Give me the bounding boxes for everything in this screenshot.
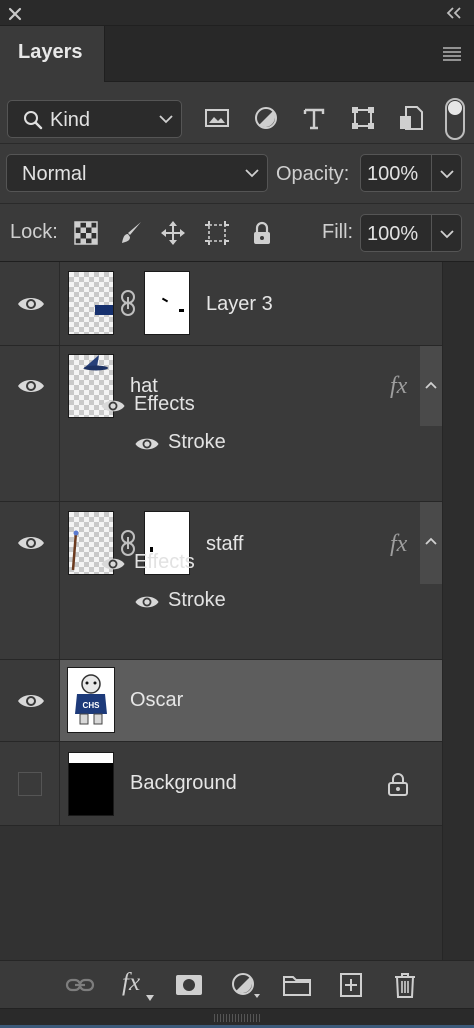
mascot-shirt-text: CHS — [83, 701, 101, 710]
type-filter-icon[interactable] — [300, 104, 328, 132]
opacity-label: Opacity: — [276, 163, 350, 185]
adjustment-filter-icon[interactable] — [252, 104, 280, 132]
layer-style-icon[interactable]: fx — [122, 969, 140, 997]
layer-row-oscar[interactable]: CHS Oscar — [0, 660, 442, 742]
fill-slider-button[interactable] — [432, 214, 462, 252]
layer-row-hat[interactable]: hat fx Effects Stroke — [0, 346, 442, 502]
fill-label: Fill: — [322, 221, 354, 243]
effects-expand-toggle[interactable] — [420, 502, 442, 584]
blend-bar: Normal Opacity: 100% — [0, 144, 474, 204]
add-mask-icon[interactable] — [174, 971, 204, 999]
filter-kind-label: Kind — [50, 109, 91, 131]
eye-icon — [18, 380, 44, 392]
new-group-icon[interactable] — [282, 971, 312, 999]
layer-row-layer-3[interactable]: Layer 3 — [0, 262, 442, 346]
lock-all-icon[interactable] — [249, 220, 275, 246]
panel-title-bar — [0, 0, 474, 26]
layer-thumbnail[interactable] — [68, 752, 114, 816]
eye-icon — [18, 537, 44, 549]
link-layers-icon[interactable] — [65, 971, 95, 999]
opacity-value: 100% — [367, 163, 419, 185]
visibility-toggle[interactable] — [0, 346, 60, 501]
fill-field[interactable]: 100% — [360, 214, 432, 252]
filter-kind-select[interactable]: Kind — [7, 100, 182, 138]
lock-image-pixels-icon[interactable] — [118, 220, 144, 246]
effect-stroke-label[interactable]: Stroke — [168, 589, 226, 612]
image-filter-icon[interactable] — [203, 104, 231, 132]
blend-mode-select[interactable]: Normal — [6, 154, 268, 192]
fx-indicator[interactable]: fx — [390, 373, 407, 400]
opacity-slider-button[interactable] — [432, 154, 462, 192]
layer-thumbnail[interactable]: CHS — [67, 667, 115, 733]
lock-artboard-icon[interactable] — [204, 220, 230, 246]
lock-label: Lock: — [10, 221, 58, 243]
lock-bar: Lock: Fill: 100% — [0, 204, 474, 262]
new-layer-icon[interactable] — [336, 971, 366, 999]
filter-bar: Kind — [0, 82, 474, 144]
small-triangle-icon — [146, 995, 154, 1001]
layers-scroll-track[interactable] — [442, 262, 474, 960]
eye-icon[interactable] — [100, 556, 126, 572]
search-icon — [24, 111, 43, 130]
layers-bottom-toolbar: fx — [0, 960, 474, 1008]
fill-value: 100% — [367, 223, 419, 245]
eye-icon — [18, 695, 44, 707]
chevron-down-icon — [440, 170, 454, 179]
eye-icon[interactable] — [100, 398, 126, 414]
layer-thumbnail[interactable] — [68, 271, 114, 335]
eye-icon[interactable] — [134, 436, 160, 452]
chevron-down-icon — [159, 115, 173, 124]
visibility-toggle[interactable] — [0, 742, 60, 825]
panel-tab-bar: Layers — [0, 26, 474, 82]
panel-resize-bar[interactable] — [0, 1008, 474, 1028]
lock-position-icon[interactable] — [160, 220, 186, 246]
lock-transparent-pixels-icon[interactable] — [73, 220, 99, 246]
effects-label[interactable]: Effects — [134, 393, 195, 416]
opacity-field[interactable]: 100% — [360, 154, 432, 192]
fx-indicator[interactable]: fx — [390, 531, 407, 558]
chevron-down-icon — [245, 169, 259, 178]
layer-name[interactable]: Background — [130, 772, 237, 795]
chevron-down-icon — [440, 230, 454, 239]
new-adjustment-layer-icon[interactable] — [230, 971, 260, 999]
double-chevron-left-icon[interactable] — [444, 5, 464, 21]
chevron-up-icon — [425, 537, 437, 545]
mascot-thumbnail-art: CHS — [75, 674, 107, 725]
visibility-toggle[interactable] — [0, 502, 60, 659]
eye-icon — [18, 298, 44, 310]
lock-icon[interactable] — [386, 772, 410, 796]
visibility-checkbox[interactable] — [18, 772, 42, 796]
effects-label[interactable]: Effects — [134, 551, 195, 574]
filter-toggle-switch[interactable] — [445, 98, 465, 140]
effect-stroke-label[interactable]: Stroke — [168, 431, 226, 454]
layer-row-staff[interactable]: staff fx Effects Stroke — [0, 502, 442, 660]
layers-list[interactable]: Layer 3 hat fx Effects Stroke staff fx E… — [0, 262, 474, 960]
visibility-toggle[interactable] — [0, 262, 60, 345]
eye-icon[interactable] — [134, 594, 160, 610]
tab-layers[interactable]: Layers — [0, 26, 105, 82]
chevron-up-icon — [425, 381, 437, 389]
layer-name[interactable]: Layer 3 — [206, 293, 273, 316]
layer-row-background[interactable]: Background — [0, 742, 442, 826]
close-icon[interactable] — [7, 6, 23, 22]
visibility-toggle[interactable] — [0, 660, 60, 741]
smart-object-filter-icon[interactable] — [397, 104, 425, 132]
chain-link-icon[interactable] — [120, 289, 136, 317]
tab-layers-label: Layers — [18, 41, 83, 63]
effects-expand-toggle[interactable] — [420, 346, 442, 426]
layer-mask-thumbnail[interactable] — [144, 271, 190, 335]
shape-filter-icon[interactable] — [349, 104, 377, 132]
layer-name[interactable]: staff — [206, 533, 243, 556]
blend-mode-value: Normal — [22, 163, 87, 185]
delete-layer-icon[interactable] — [390, 971, 420, 999]
hamburger-menu-icon[interactable] — [442, 46, 462, 62]
resize-grip[interactable] — [214, 1014, 260, 1022]
layer-name[interactable]: Oscar — [130, 689, 183, 712]
